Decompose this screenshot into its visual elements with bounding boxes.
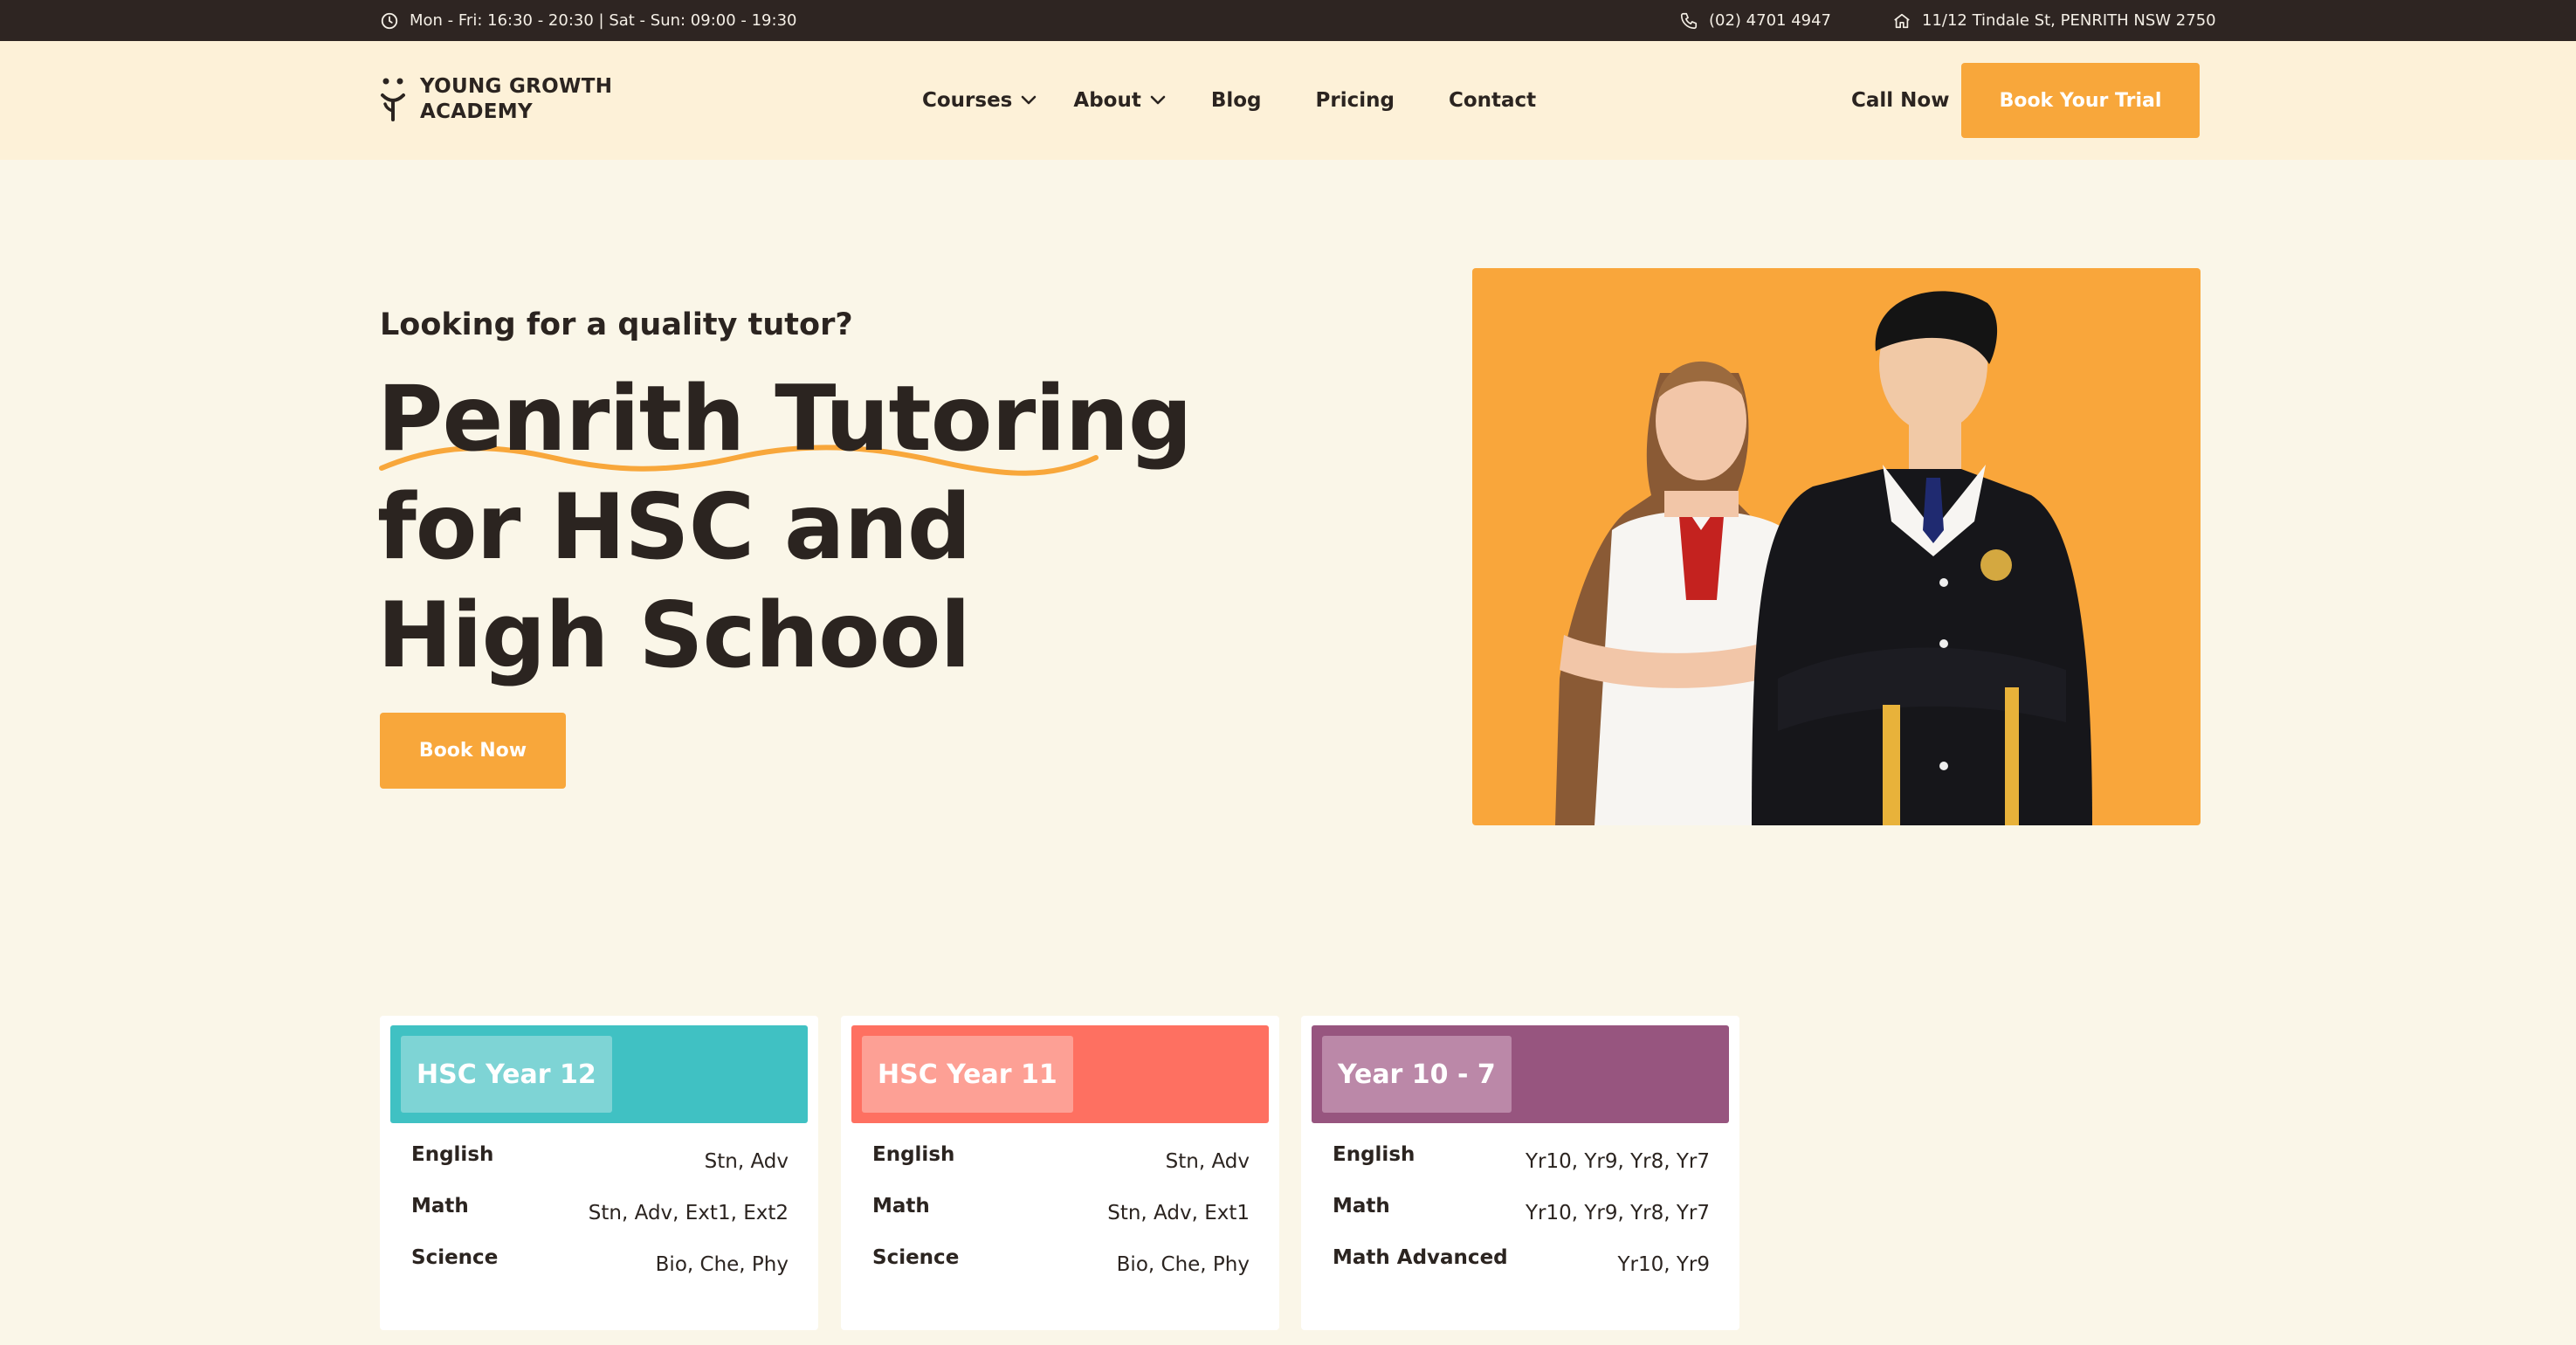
- home-icon: [1894, 13, 1910, 28]
- book-trial-button[interactable]: Book Your Trial: [1961, 63, 2200, 138]
- hero-title-line-1: Penrith Tutoring: [377, 367, 1193, 472]
- subject-levels: Bio, Che, Phy: [655, 1253, 789, 1276]
- subject-row: Science Bio, Che, Phy: [872, 1246, 1250, 1281]
- top-bar: Mon - Fri: 16:30 - 20:30 | Sat - Sun: 09…: [0, 0, 2576, 41]
- subject-name: English: [411, 1143, 494, 1166]
- nav-courses[interactable]: Courses: [922, 89, 1037, 112]
- card-title: HSC Year 12: [401, 1036, 612, 1113]
- nav-blog-label: Blog: [1210, 89, 1262, 112]
- subject-row: Math Advanced Yr10, Yr9: [1333, 1246, 1710, 1281]
- book-now-button[interactable]: Book Now: [380, 713, 566, 789]
- subject-name: English: [1333, 1143, 1415, 1166]
- subject-row: English Stn, Adv: [872, 1143, 1250, 1178]
- subject-levels: Stn, Adv, Ext1: [1107, 1202, 1250, 1224]
- phone-link[interactable]: (02) 4701 4947: [1679, 0, 1831, 41]
- hero-students-image: [1472, 268, 2201, 825]
- subject-row: English Yr10, Yr9, Yr8, Yr7: [1333, 1143, 1710, 1178]
- subject-name: Math Advanced: [1333, 1246, 1508, 1269]
- card-title: HSC Year 11: [862, 1036, 1073, 1113]
- students-photo: [1555, 291, 2092, 825]
- call-now-link[interactable]: Call Now: [1851, 41, 1949, 160]
- hero-title-line-2: for HSC and: [377, 475, 972, 580]
- nav-pricing-label: Pricing: [1315, 89, 1395, 112]
- card-header: Year 10 - 7: [1312, 1025, 1729, 1123]
- address-link[interactable]: 11/12 Tindale St, PENRITH NSW 2750: [1892, 0, 2216, 41]
- nav-pricing[interactable]: Pricing: [1316, 89, 1395, 112]
- subject-row: Math Yr10, Yr9, Yr8, Yr7: [1333, 1195, 1710, 1230]
- opening-hours: Mon - Fri: 16:30 - 20:30 | Sat - Sun: 09…: [380, 0, 796, 41]
- hero-title-line-3: High School: [377, 583, 971, 688]
- subject-levels: Stn, Adv, Ext1, Ext2: [588, 1202, 789, 1224]
- card-header: HSC Year 11: [851, 1025, 1269, 1123]
- subject-levels: Bio, Che, Phy: [1116, 1253, 1250, 1276]
- logo-text: YOUNG GROWTH ACADEMY: [420, 74, 612, 125]
- hours-text: Mon - Fri: 16:30 - 20:30 | Sat - Sun: 09…: [410, 11, 797, 30]
- main-nav: Courses About Blog Pricing Contact: [922, 41, 1536, 160]
- chevron-down-icon: [1022, 95, 1037, 105]
- nav-blog[interactable]: Blog: [1211, 89, 1262, 112]
- card-header: HSC Year 12: [390, 1025, 808, 1123]
- subject-levels: Stn, Adv: [704, 1150, 789, 1173]
- subject-name: Math: [872, 1195, 930, 1217]
- chevron-down-icon: [1150, 95, 1166, 105]
- subject-levels: Yr10, Yr9, Yr8, Yr7: [1525, 1202, 1710, 1224]
- subject-levels: Stn, Adv: [1165, 1150, 1250, 1173]
- clock-icon: [381, 12, 398, 29]
- subject-row: Math Stn, Adv, Ext1: [872, 1195, 1250, 1230]
- subject-row: English Stn, Adv: [411, 1143, 789, 1178]
- nav-contact-label: Contact: [1448, 89, 1537, 112]
- logo-line-1: YOUNG GROWTH: [420, 75, 613, 98]
- site-header: YOUNG GROWTH ACADEMY Courses About Blog …: [0, 41, 2576, 160]
- subject-levels: Yr10, Yr9: [1617, 1253, 1710, 1276]
- course-card-year-10-7[interactable]: Year 10 - 7 English Yr10, Yr9, Yr8, Yr7 …: [1301, 1016, 1739, 1330]
- logo-icon: [381, 78, 405, 121]
- course-card-year-11[interactable]: HSC Year 11 English Stn, Adv Math Stn, A…: [841, 1016, 1279, 1330]
- address-text: 11/12 Tindale St, PENRITH NSW 2750: [1922, 11, 2216, 30]
- phone-text: (02) 4701 4947: [1709, 11, 1832, 30]
- nav-contact[interactable]: Contact: [1449, 89, 1536, 112]
- course-card-year-12[interactable]: HSC Year 12 English Stn, Adv Math Stn, A…: [380, 1016, 818, 1330]
- site-logo[interactable]: YOUNG GROWTH ACADEMY: [380, 74, 612, 125]
- subject-name: Math: [1333, 1195, 1390, 1217]
- nav-courses-label: Courses: [922, 89, 1013, 112]
- subject-name: Science: [872, 1246, 960, 1269]
- logo-line-2: ACADEMY: [420, 100, 533, 123]
- subject-name: Science: [411, 1246, 499, 1269]
- subject-name: English: [872, 1143, 955, 1166]
- nav-about-label: About: [1073, 89, 1141, 112]
- phone-icon: [1680, 12, 1698, 29]
- hero-title: Penrith Tutoring for HSC and High School: [377, 365, 1193, 690]
- subject-row: Science Bio, Che, Phy: [411, 1246, 789, 1281]
- subject-row: Math Stn, Adv, Ext1, Ext2: [411, 1195, 789, 1230]
- hero-eyebrow: Looking for a quality tutor?: [380, 307, 853, 342]
- card-title: Year 10 - 7: [1322, 1036, 1512, 1113]
- subject-levels: Yr10, Yr9, Yr8, Yr7: [1525, 1150, 1710, 1173]
- subject-name: Math: [411, 1195, 469, 1217]
- nav-about[interactable]: About: [1073, 89, 1166, 112]
